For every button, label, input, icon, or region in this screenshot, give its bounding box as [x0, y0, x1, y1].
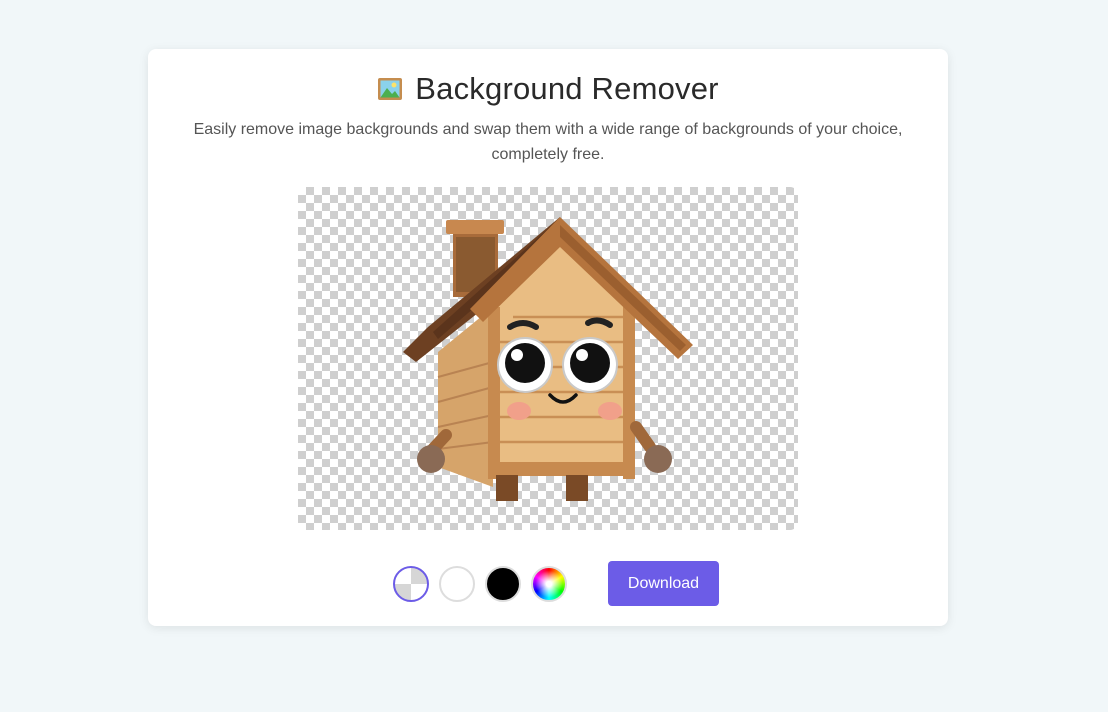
title-row: Background Remover	[148, 71, 948, 107]
page-title: Background Remover	[415, 71, 719, 106]
main-card: Background Remover Easily remove image b…	[148, 49, 948, 626]
black-background-swatch[interactable]	[485, 565, 521, 602]
transparent-background-swatch[interactable]	[393, 565, 429, 602]
background-controls: Download	[393, 561, 719, 606]
image-preview	[298, 187, 798, 530]
download-button[interactable]: Download	[608, 561, 719, 606]
page-subtitle: Easily remove image backgrounds and swap…	[193, 121, 903, 163]
wooden-house-image	[403, 217, 693, 501]
white-background-swatch[interactable]	[439, 565, 475, 602]
color-picker-swatch[interactable]	[531, 565, 567, 602]
framed-picture-icon	[377, 76, 403, 102]
